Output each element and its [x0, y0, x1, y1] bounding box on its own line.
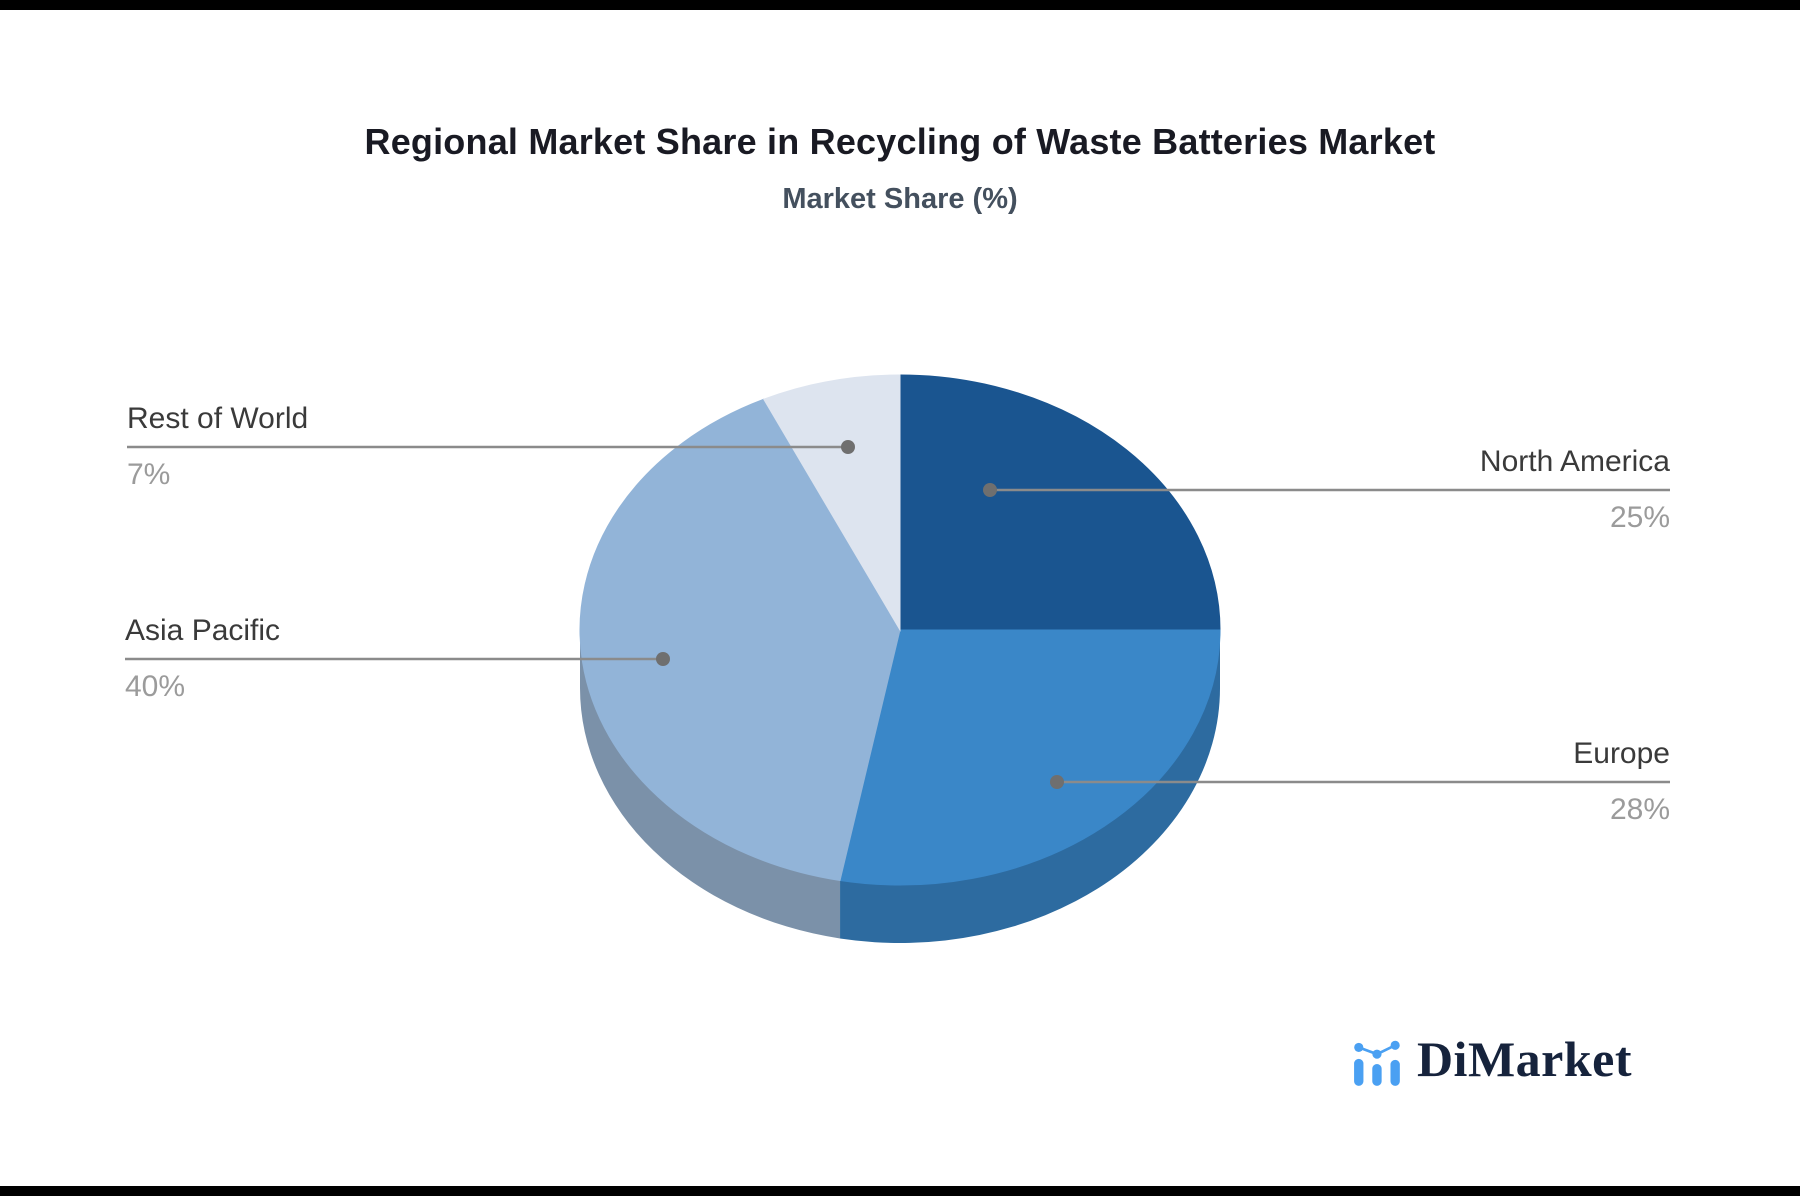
callout-label-asia-pacific: Asia Pacific	[125, 614, 281, 647]
logo: DiMarket	[1352, 1032, 1632, 1086]
page-root: Regional Market Share in Recycling of Wa…	[0, 0, 1800, 1196]
logo-text: DiMarket	[1416, 1031, 1632, 1087]
callout-value-north-america: 25%	[1609, 501, 1670, 534]
pie-chart-svg	[125, 374, 1670, 944]
callout-value-rest-of-world: 7%	[127, 458, 171, 491]
callout-dot-europe	[1050, 775, 1064, 789]
bottom-edge-bar	[0, 1186, 1800, 1196]
callout-dot-north-america	[983, 483, 997, 497]
pie-slice-north-america	[899, 374, 1221, 631]
callout-value-asia-pacific: 40%	[125, 670, 186, 703]
pie-slice-europe	[839, 629, 1221, 886]
callout-dot-rest-of-world	[841, 440, 855, 454]
callout-dot-asia-pacific	[656, 652, 670, 666]
callout-label-rest-of-world: Rest of World	[127, 402, 309, 435]
bar-line-chart-icon	[1354, 1040, 1400, 1086]
callout-value-europe: 28%	[1609, 793, 1670, 826]
callout-label-north-america: North America	[1479, 445, 1670, 478]
callout-label-europe: Europe	[1573, 737, 1670, 770]
